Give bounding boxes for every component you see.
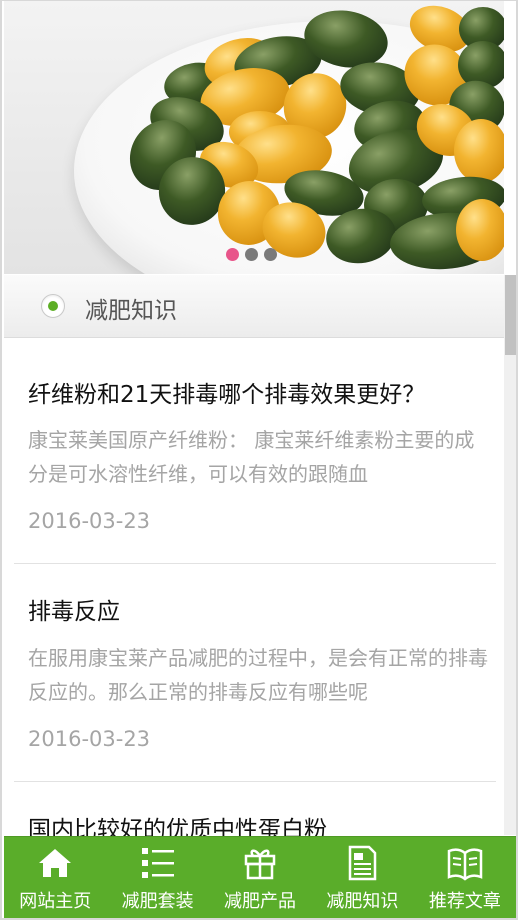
scrollbar-thumb[interactable] — [505, 275, 516, 355]
nav-label: 减肥知识 — [326, 891, 399, 912]
nav-label: 减肥套装 — [121, 891, 194, 912]
slider-dot-3[interactable] — [264, 248, 277, 261]
list-icon — [141, 848, 174, 878]
article-item[interactable]: 国内比较好的优质中性蛋白粉 — [14, 782, 496, 843]
article-item[interactable]: 排毒反应 在服用康宝莱产品减肥的过程中，是会有正常的排毒反应的。那么正常的排毒反… — [14, 564, 496, 782]
page-frame: 减肥知识 纤维粉和21天排毒哪个排毒效果更好？ 康宝莱美国原产纤维粉： 康宝莱纤… — [0, 0, 518, 920]
home-icon — [39, 849, 72, 877]
nav-label: 推荐文章 — [428, 891, 501, 912]
article-summary: 康宝莱美国原产纤维粉： 康宝莱纤维素粉主要的成分是可水溶性纤维，可以有效的跟随血 — [28, 428, 475, 486]
article-summary: 在服用康宝莱产品减肥的过程中，是会有正常的排毒反应的。那么正常的排毒反应有哪些呢 — [28, 646, 488, 704]
book-icon — [447, 848, 483, 881]
nav-item-diet-products[interactable]: 减肥产品 — [209, 837, 311, 918]
nav-item-diet-knowledge[interactable]: 减肥知识 — [311, 837, 413, 918]
nav-item-home[interactable]: 网站主页 — [4, 837, 106, 918]
radio-bullet-icon — [41, 294, 65, 318]
document-icon — [349, 845, 377, 881]
slider-dot-1[interactable] — [226, 248, 239, 261]
section-header: 减肥知识 — [4, 275, 504, 338]
article-date: 2016-03-23 — [28, 509, 151, 533]
banner-slider[interactable] — [4, 1, 504, 274]
bottom-nav: 网站主页 减肥套装 减肥产品 减肥知识 推荐文章 — [4, 836, 516, 918]
article-title[interactable]: 纤维粉和21天排毒哪个排毒效果更好？ — [28, 375, 425, 409]
nav-item-diet-sets[interactable]: 减肥套装 — [106, 837, 208, 918]
section-title: 减肥知识 — [85, 298, 177, 324]
slider-dots — [226, 248, 277, 261]
article-item[interactable]: 纤维粉和21天排毒哪个排毒效果更好？ 康宝莱美国原产纤维粉： 康宝莱纤维素粉主要… — [14, 339, 496, 564]
slider-dot-2[interactable] — [245, 248, 258, 261]
nav-item-recommended[interactable]: 推荐文章 — [414, 837, 516, 918]
gift-icon — [244, 849, 276, 880]
nav-label: 网站主页 — [19, 891, 92, 912]
article-title[interactable]: 排毒反应 — [28, 592, 120, 626]
scrollbar[interactable] — [504, 275, 516, 835]
article-date: 2016-03-23 — [28, 727, 151, 751]
nav-label: 减肥产品 — [224, 891, 297, 912]
